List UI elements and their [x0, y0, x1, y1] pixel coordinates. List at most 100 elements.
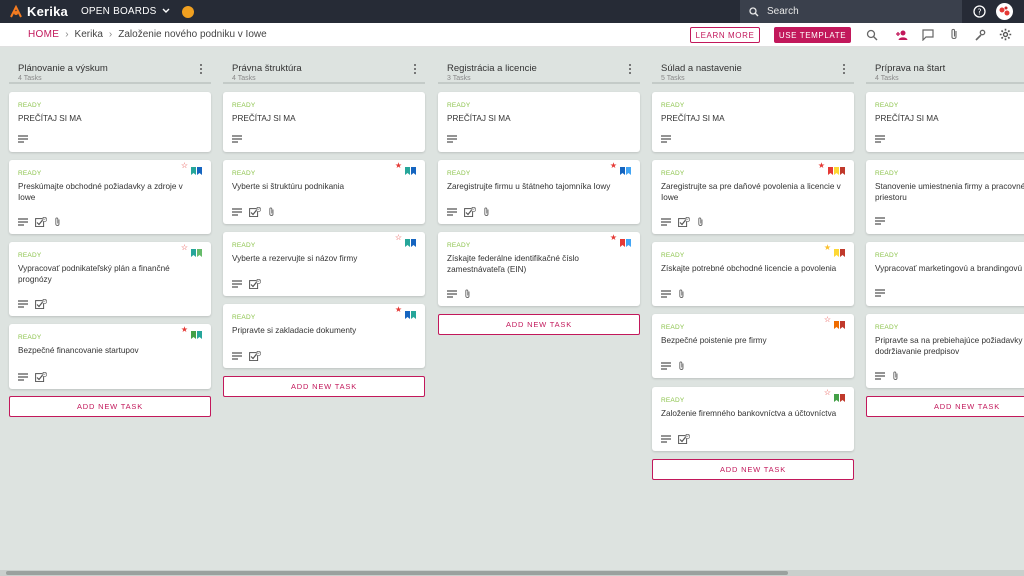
add-new-task-button[interactable]: ADD NEW TASK	[223, 376, 425, 397]
star-icon[interactable]: ★	[818, 162, 825, 170]
star-icon[interactable]: ★	[181, 326, 188, 334]
checklist-count: 0	[43, 216, 46, 221]
add-new-task-button[interactable]: ADD NEW TASK	[438, 314, 640, 335]
task-card[interactable]: READY Vypracovať podnikateľský plán a fin…	[9, 242, 211, 316]
add-new-task-button[interactable]: ADD NEW TASK	[866, 396, 1024, 417]
task-card[interactable]: READY Získajte federálne identifikačné čí…	[438, 232, 640, 306]
task-card[interactable]: READY Bezpečné poistenie pre firmy ☆	[652, 314, 854, 378]
use-template-button[interactable]: USE TEMPLATE	[774, 27, 851, 43]
task-title: Vyberte si štruktúru podnikania	[232, 182, 345, 191]
task-status: READY	[232, 242, 256, 249]
breadcrumb-home[interactable]: HOME	[28, 29, 59, 40]
column-task-count: 4 Tasks	[18, 75, 42, 82]
star-icon[interactable]: ☆	[181, 162, 188, 170]
column-title[interactable]: Príprava na štart	[875, 58, 1024, 74]
card-indicators	[447, 135, 464, 143]
checklist-count: 0	[43, 298, 46, 303]
task-card[interactable]: READY Pripravte sa na prebiehajúce požiad…	[866, 314, 1024, 388]
column-title[interactable]: Registrácia a licencie	[447, 58, 640, 74]
task-card[interactable]: READY Zaregistrujte sa pre daňové povolen…	[652, 160, 854, 234]
attachment-icon	[697, 217, 704, 227]
task-status: READY	[18, 252, 42, 259]
scrollbar-thumb[interactable]	[6, 571, 788, 575]
breadcrumb-org[interactable]: Kerika	[75, 29, 103, 40]
tag-flag-icon	[405, 306, 410, 319]
settings-gear-icon[interactable]	[999, 28, 1013, 42]
task-card[interactable]: READY PREČÍTAJ SI MA	[866, 92, 1024, 152]
more-vertical-icon[interactable]	[628, 64, 632, 76]
more-vertical-icon[interactable]	[199, 64, 203, 76]
description-icon	[661, 362, 671, 370]
card-indicators	[447, 289, 478, 299]
card-indicators	[18, 135, 35, 143]
attachment-icon[interactable]	[949, 28, 963, 42]
open-boards-menu[interactable]: OPEN BOARDS	[81, 6, 170, 17]
card-indicators: 0	[232, 278, 268, 289]
task-card[interactable]: READY Bezpečné financovanie startupov ★ 0	[9, 324, 211, 389]
search-icon[interactable]	[866, 28, 880, 42]
star-icon[interactable]: ☆	[181, 244, 188, 252]
task-status: READY	[232, 102, 256, 109]
column-title[interactable]: Právna štruktúra	[232, 58, 425, 74]
star-icon[interactable]: ★	[610, 234, 617, 242]
column-title[interactable]: Plánovanie a výskum	[18, 58, 211, 74]
tag-flag-icon	[834, 162, 839, 175]
chat-icon[interactable]	[922, 28, 936, 42]
task-status: READY	[661, 324, 685, 331]
task-card[interactable]: READY Získajte potrebné obchodné licencie…	[652, 242, 854, 306]
open-boards-label: OPEN BOARDS	[80, 6, 157, 17]
task-card[interactable]: READY Založenie firemného bankovníctva a …	[652, 387, 854, 451]
column-task-count: 4 Tasks	[232, 75, 256, 82]
task-card[interactable]: READY Vypracovať marketingovú a brandingo…	[866, 242, 1024, 306]
card-indicators	[661, 289, 692, 299]
add-person-icon[interactable]	[895, 28, 909, 42]
board-header: HOME › Kerika › Založenie nového podniku…	[0, 23, 1024, 47]
description-icon	[447, 135, 457, 143]
card-indicators: 0	[18, 216, 68, 227]
column: Plánovanie a výskum 4 Tasks	[9, 58, 211, 84]
tag-flag-icon	[840, 389, 845, 402]
task-status: READY	[661, 170, 685, 177]
task-title: PREČÍTAJ SI MA	[661, 114, 725, 123]
column-title[interactable]: Súlad a nastavenie	[661, 58, 854, 74]
add-new-task-button[interactable]: ADD NEW TASK	[652, 459, 854, 480]
task-card[interactable]: READY PREČÍTAJ SI MA	[438, 92, 640, 152]
more-vertical-icon[interactable]	[413, 64, 417, 76]
kerika-logo[interactable]: Kerika	[9, 4, 68, 19]
user-avatar[interactable]	[996, 3, 1013, 20]
card-indicators: 0	[18, 371, 54, 382]
description-icon	[875, 135, 885, 143]
task-card[interactable]: READY PREČÍTAJ SI MA	[223, 92, 425, 152]
card-indicators	[875, 371, 906, 381]
task-title: PREČÍTAJ SI MA	[18, 114, 82, 123]
more-vertical-icon[interactable]	[842, 64, 846, 76]
description-icon	[18, 218, 28, 226]
horizontal-scrollbar[interactable]	[0, 570, 1024, 576]
task-card[interactable]: READY Pripravte si zakladacie dokumenty ★ 0	[223, 304, 425, 368]
task-card[interactable]: READY PREČÍTAJ SI MA	[652, 92, 854, 152]
learn-more-button[interactable]: LEARN MORE	[690, 27, 760, 43]
star-icon[interactable]: ☆	[824, 316, 831, 324]
help-icon[interactable]: ?	[973, 5, 986, 23]
task-card[interactable]: READY Vyberte a rezervujte si názov firmy…	[223, 232, 425, 296]
tag-flag-icon	[191, 162, 196, 175]
star-icon[interactable]: ☆	[824, 389, 831, 397]
task-card[interactable]: READY Zaregistrujte firmu u štátneho tajo…	[438, 160, 640, 224]
card-tags: ☆	[395, 234, 416, 247]
notification-icon[interactable]	[181, 5, 194, 18]
star-icon[interactable]: ★	[395, 306, 402, 314]
task-card[interactable]: READY PREČÍTAJ SI MA	[9, 92, 211, 152]
star-icon[interactable]: ★	[395, 162, 402, 170]
description-icon	[875, 217, 885, 225]
star-icon[interactable]: ☆	[395, 234, 402, 242]
task-title: PREČÍTAJ SI MA	[875, 114, 939, 123]
search-input[interactable]: Search	[740, 0, 962, 23]
wrench-icon[interactable]	[974, 28, 988, 42]
star-icon[interactable]: ★	[824, 244, 831, 252]
task-card[interactable]: READY Stanovenie umiestnenia firmy a prac…	[866, 160, 1024, 234]
task-card[interactable]: READY Preskúmajte obchodné požiadavky a z…	[9, 160, 211, 234]
star-icon[interactable]: ★	[610, 162, 617, 170]
task-card[interactable]: READY Vyberte si štruktúru podnikania ★ 0	[223, 160, 425, 224]
add-new-task-button[interactable]: ADD NEW TASK	[9, 396, 211, 417]
breadcrumb-board[interactable]: Založenie nového podniku v Iowe	[118, 29, 266, 40]
